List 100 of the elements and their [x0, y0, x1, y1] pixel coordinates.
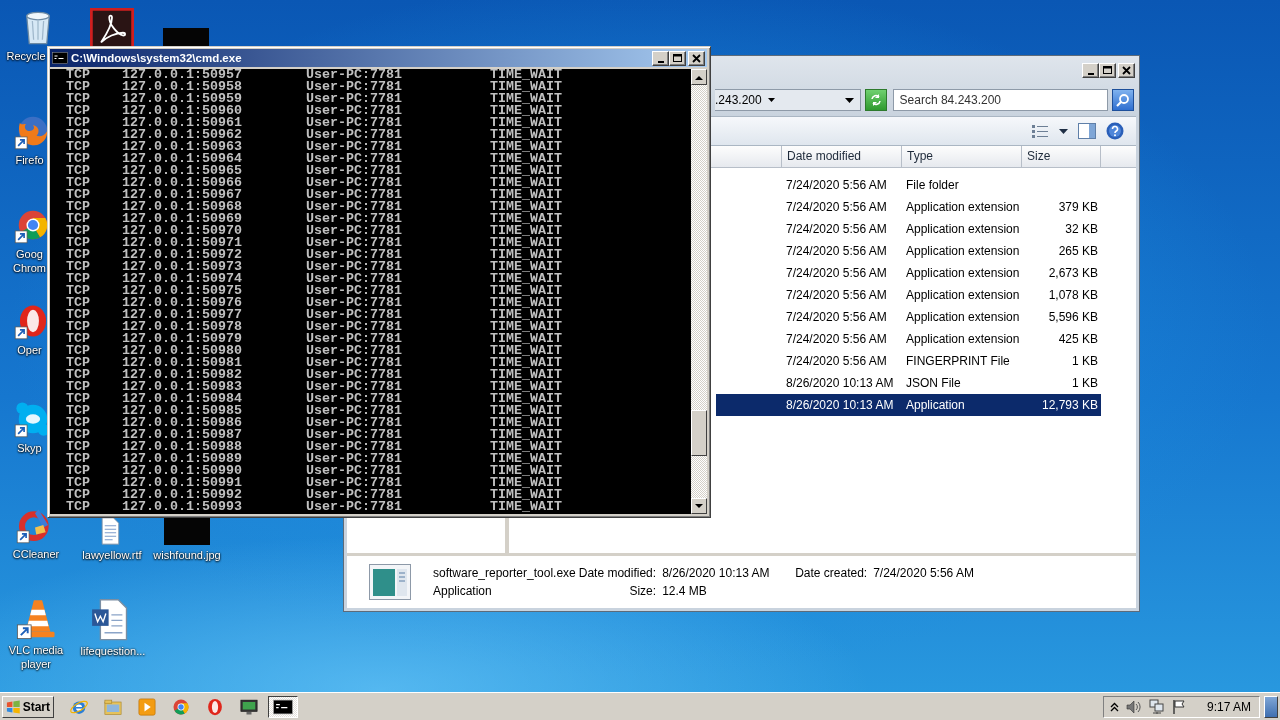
dropdown-arrow-icon[interactable] [845, 97, 854, 103]
file-row[interactable]: 7/24/2020 5:56 AM Application extension 32 KB [716, 218, 1101, 240]
file-row[interactable]: 7/24/2020 5:56 AM Application extension 5,596 KB [716, 306, 1101, 328]
scroll-down-button[interactable] [691, 498, 707, 514]
network-icon[interactable] [1148, 699, 1165, 714]
column-header[interactable]: Type [902, 146, 1022, 167]
file-row[interactable]: 7/24/2020 5:56 AM File folder [716, 174, 1101, 196]
scrollbar-thumb[interactable] [691, 410, 707, 456]
icon-label[interactable]: CCleaner [0, 547, 72, 561]
date-cell-text: 7/24/2020 5:56 AM [785, 177, 888, 194]
console-line: TCP 127.0.0.1:50977 User-PC:7781 TIME_WAIT [66, 309, 563, 321]
search-field[interactable]: Search 84.243.200 [892, 89, 1109, 111]
file-row[interactable]: 7/24/2020 5:56 AM FINGERPRINT File 1 KB [716, 350, 1101, 372]
console-line: TCP 127.0.0.1:50991 User-PC:7781 TIME_WAIT [66, 477, 563, 489]
field-label: Date modified: [578, 566, 658, 580]
type-cell-text: Application extension [905, 331, 1021, 348]
refresh-icon [868, 93, 883, 107]
preview-pane-icon[interactable] [1078, 123, 1096, 139]
icon-label[interactable]: Skyp [13, 441, 46, 455]
date-cell-text: 7/24/2020 5:56 AM [785, 265, 888, 282]
close-button[interactable] [688, 50, 705, 66]
size-cell-text: 32 KB [1064, 221, 1099, 238]
console-line: TCP 127.0.0.1:50981 User-PC:7781 TIME_WAIT [66, 357, 563, 369]
chevron-icon[interactable] [1109, 701, 1119, 712]
file-row[interactable]: 7/24/2020 5:56 AM Application extension 379 KB [716, 196, 1101, 218]
window-title: C:\Windows\system32\cmd.exe [71, 52, 243, 64]
icon-label[interactable]: Oper [13, 343, 46, 357]
minimize-button[interactable] [652, 50, 669, 66]
type-cell-text: Application [905, 397, 966, 414]
file-row[interactable]: 8/26/2020 10:13 AM JSON File 1 KB [716, 372, 1101, 394]
file-row[interactable]: 8/26/2020 10:13 AM Application 12,793 KB [716, 394, 1101, 416]
console-line: TCP 127.0.0.1:50959 User-PC:7781 TIME_WAIT [66, 93, 563, 105]
close-icon [689, 51, 704, 65]
maximize-button[interactable] [1099, 62, 1116, 78]
console-line: TCP 127.0.0.1:50973 User-PC:7781 TIME_WAIT [66, 261, 563, 273]
show-desktop-button[interactable] [1264, 695, 1278, 718]
file-row[interactable]: 7/24/2020 5:56 AM Application extension 265 KB [716, 240, 1101, 262]
date-cell-text: 8/26/2020 10:13 AM [785, 397, 895, 414]
date-cell-text: 7/24/2020 5:56 AM [785, 243, 888, 260]
list-view-icon[interactable] [1031, 124, 1049, 138]
close-icon [1119, 63, 1134, 77]
up-arrow-icon [695, 74, 703, 80]
close-button[interactable] [1118, 62, 1135, 78]
console-line: TCP 127.0.0.1:50970 User-PC:7781 TIME_WAIT [66, 225, 563, 237]
file-name: software_reporter_tool.exe [433, 566, 576, 580]
logo-icon [6, 699, 21, 714]
file-type: Application [433, 584, 493, 598]
field-label: Date created: [795, 566, 869, 580]
clock[interactable]: 9:17 AM [1206, 699, 1251, 714]
console-line: TCP 127.0.0.1:50962 User-PC:7781 TIME_WAIT [66, 129, 563, 141]
search-button[interactable] [1112, 89, 1134, 111]
flag-icon[interactable] [1171, 699, 1186, 714]
icon-label[interactable]: lawyellow.rtf [74, 548, 150, 562]
maximize-icon [1100, 63, 1115, 77]
file-row[interactable]: 7/24/2020 5:56 AM Application extension 1,078 KB [716, 284, 1101, 306]
date-cell-text: 7/24/2020 5:56 AM [785, 287, 888, 304]
breadcrumb-item[interactable]: .243.200 [715, 93, 762, 107]
address-bar[interactable]: .243.200 [715, 89, 861, 111]
folder-icon [103, 696, 123, 717]
console-line: TCP 127.0.0.1:50993 User-PC:7781 TIME_WAIT [66, 501, 563, 513]
speaker-icon[interactable] [1125, 699, 1142, 714]
ring-icon [205, 696, 225, 717]
console-line: TCP 127.0.0.1:50975 User-PC:7781 TIME_WAIT [66, 285, 563, 297]
file-row[interactable]: 7/24/2020 5:56 AM Application extension 425 KB [716, 328, 1101, 350]
icon-label[interactable]: Firefo [13, 153, 46, 167]
console-line: TCP 127.0.0.1:50989 User-PC:7781 TIME_WAIT [66, 453, 563, 465]
help-icon[interactable] [1106, 122, 1124, 140]
type-cell-text: Application extension [905, 199, 1021, 216]
type-cell-text: Application extension [905, 265, 1021, 282]
field-value: 8/26/2020 10:13 AM [662, 566, 771, 580]
file-row[interactable]: 7/24/2020 5:56 AM Application extension 2,673 KB [716, 262, 1101, 284]
date-cell-text: 7/24/2020 5:56 AM [785, 309, 888, 326]
console-line: TCP 127.0.0.1:50967 User-PC:7781 TIME_WAIT [66, 189, 563, 201]
maximize-button[interactable] [669, 50, 686, 66]
size-cell-text: 1 KB [1071, 375, 1099, 392]
field-value: 12.4 MB [662, 584, 708, 598]
date-cell-text: 7/24/2020 5:56 AM [785, 353, 888, 370]
start-button[interactable]: Start [2, 695, 54, 718]
minimize-button[interactable] [1082, 62, 1099, 78]
caret-icon[interactable] [767, 98, 775, 102]
console-line: TCP 127.0.0.1:50990 User-PC:7781 TIME_WAIT [66, 465, 563, 477]
size-cell-text: 2,673 KB [1047, 265, 1099, 282]
icon-label[interactable]: Goog Chrom [13, 247, 46, 275]
icon-label[interactable]: Recycle [4, 49, 48, 63]
refresh-button[interactable] [865, 89, 887, 111]
column-header[interactable]: Date modified [782, 146, 902, 167]
console-line: TCP 127.0.0.1:50988 User-PC:7781 TIME_WAIT [66, 441, 563, 453]
icon-label[interactable]: wishfound.jpg [150, 548, 224, 562]
caret-icon[interactable] [1059, 128, 1068, 134]
column-header[interactable]: Size [1022, 146, 1101, 167]
date-cell-text: 8/26/2020 10:13 AM [785, 375, 895, 392]
scroll-up-button[interactable] [691, 69, 707, 85]
console-icon [273, 696, 293, 717]
console-line: TCP 127.0.0.1:50976 User-PC:7781 TIME_WAIT [66, 297, 563, 309]
console-line: TCP 127.0.0.1:50984 User-PC:7781 TIME_WAIT [66, 393, 563, 405]
console-line: TCP 127.0.0.1:50986 User-PC:7781 TIME_WAIT [66, 417, 563, 429]
console-line: TCP 127.0.0.1:50963 User-PC:7781 TIME_WAIT [66, 141, 563, 153]
console-line: TCP 127.0.0.1:50961 User-PC:7781 TIME_WAIT [66, 117, 563, 129]
field-label: Size: [628, 584, 658, 598]
taskbar-button[interactable] [268, 695, 298, 718]
